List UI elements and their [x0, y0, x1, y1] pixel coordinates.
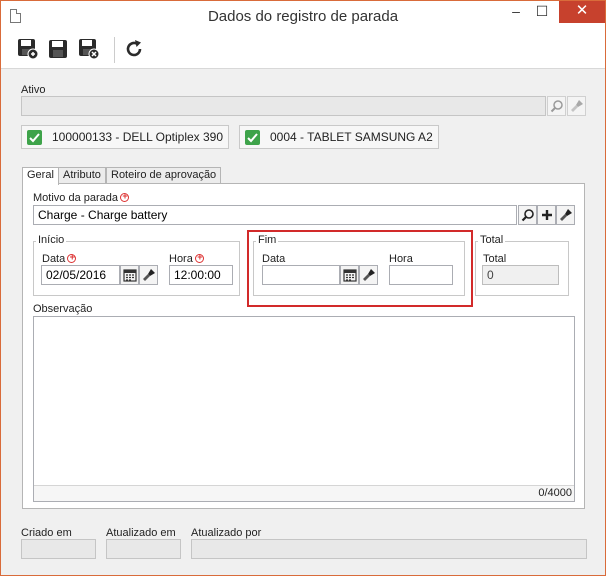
title-bar: Dados do registro de parada – ☐ ✕ [1, 1, 605, 31]
criado-em-label: Criado em [21, 527, 72, 539]
eraser-icon [143, 269, 155, 281]
close-button[interactable]: ✕ [559, 1, 605, 23]
toolbar [1, 31, 605, 69]
ativo-label: Ativo [21, 84, 46, 96]
motivo-clear-button[interactable] [556, 205, 575, 225]
eraser-icon [571, 100, 583, 112]
check-icon [245, 130, 260, 145]
motivo-input[interactable] [33, 205, 517, 225]
observacao-label: Observação [33, 303, 93, 315]
calendar-icon [123, 269, 137, 282]
atualizado-por-input [191, 539, 587, 559]
tab-roteiro-aprovacao[interactable]: Roteiro de aprovação [106, 167, 222, 184]
inicio-clear-button[interactable] [139, 265, 158, 285]
dialog-window: Dados do registro de parada – ☐ ✕ Ativo … [0, 0, 606, 576]
motivo-search-button[interactable] [518, 205, 537, 225]
observacao-textarea[interactable] [33, 316, 575, 502]
criado-em-input [21, 539, 96, 559]
atualizado-em-input [106, 539, 181, 559]
refresh-icon[interactable] [123, 38, 145, 60]
ativo-chip-label: 100000133 - DELL Optiplex 390 [52, 130, 224, 144]
atualizado-em-label: Atualizado em [106, 527, 176, 539]
maximize-button[interactable]: ☐ [529, 1, 555, 23]
save-new-icon[interactable] [17, 38, 39, 60]
motivo-add-button[interactable] [537, 205, 556, 225]
fim-highlight-box [247, 230, 473, 307]
inicio-hora-label: Hora [169, 252, 204, 265]
search-icon [550, 100, 563, 113]
total-group-title: Total [478, 234, 506, 246]
required-icon [194, 252, 204, 263]
total-input [482, 265, 559, 285]
inicio-data-input[interactable] [41, 265, 120, 285]
ativo-search-button[interactable] [547, 96, 566, 116]
inicio-hora-input[interactable] [169, 265, 233, 285]
ativo-chip-2[interactable]: 0004 - TABLET SAMSUNG A2 [239, 125, 439, 149]
ativo-chip-label: 0004 - TABLET SAMSUNG A2 [270, 130, 433, 144]
inicio-data-label: Data [42, 252, 77, 265]
total-field-label: Total [483, 253, 507, 265]
save-close-icon[interactable] [78, 38, 100, 60]
check-icon [27, 130, 42, 145]
ativo-clear-button[interactable] [567, 96, 586, 116]
plus-icon [542, 210, 552, 220]
observacao-counter: 0/4000 [34, 485, 574, 501]
motivo-label: Motivo da parada [33, 191, 129, 204]
tab-atributo[interactable]: Atributo [58, 167, 106, 184]
inicio-calendar-button[interactable] [120, 265, 139, 285]
ativo-chip-1[interactable]: 100000133 - DELL Optiplex 390 [21, 125, 229, 149]
minimize-button[interactable]: – [503, 1, 529, 23]
required-icon [120, 191, 129, 202]
atualizado-por-label: Atualizado por [191, 527, 262, 539]
ativo-input[interactable] [21, 96, 546, 116]
required-icon [67, 252, 77, 263]
eraser-icon [560, 209, 572, 221]
search-icon [521, 209, 534, 222]
inicio-group-title: Início [36, 234, 67, 246]
toolbar-separator [114, 37, 115, 63]
save-icon[interactable] [47, 38, 69, 60]
tab-geral[interactable]: Geral [22, 167, 59, 185]
